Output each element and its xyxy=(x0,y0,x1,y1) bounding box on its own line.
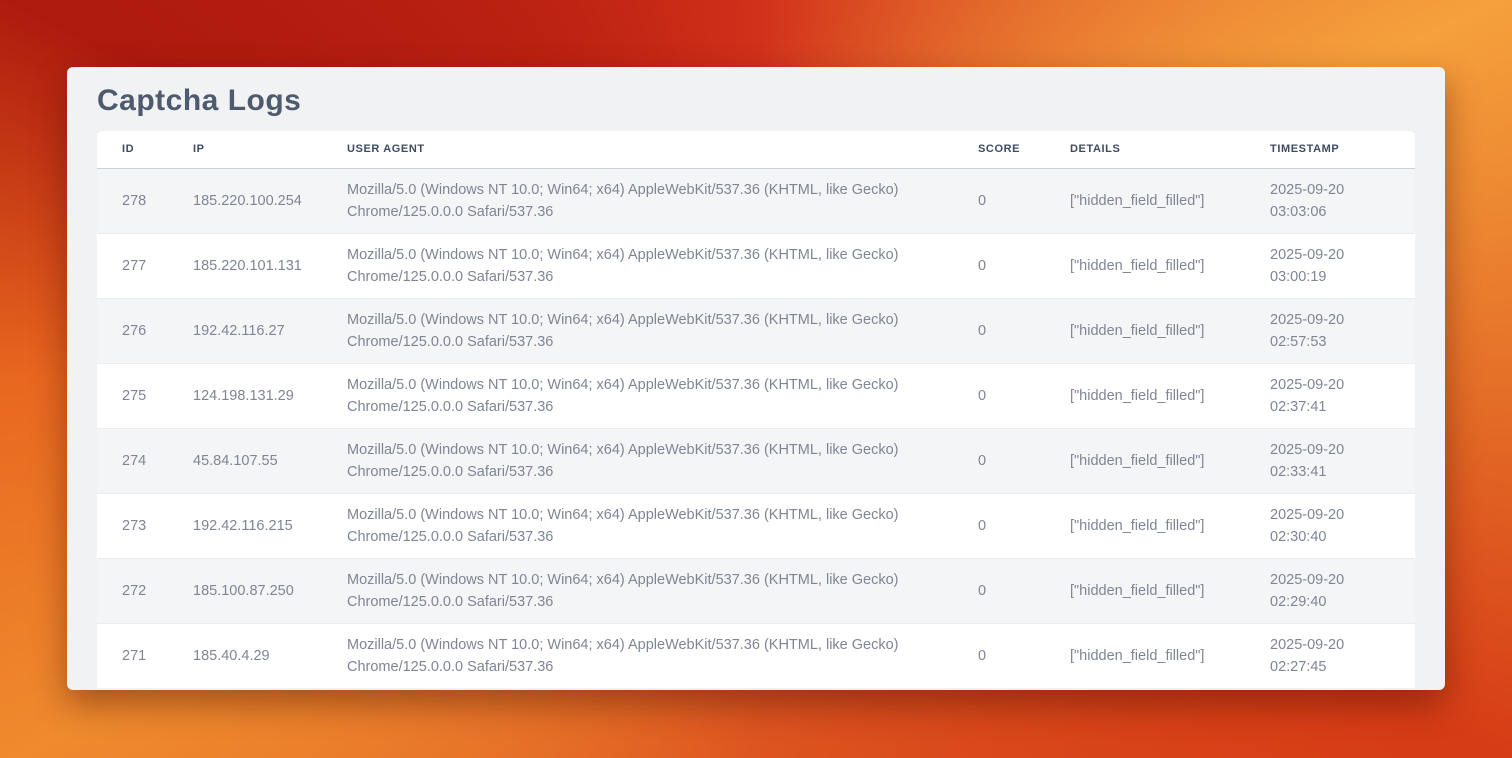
cell-user-agent: Mozilla/5.0 (Windows NT 10.0; Win64; x64… xyxy=(347,363,978,428)
cell-ip: 185.220.101.131 xyxy=(193,233,347,298)
cell-id: 274 xyxy=(97,428,193,493)
cell-details: ["hidden_field_filled"] xyxy=(1070,493,1270,558)
cell-user-agent: Mozilla/5.0 (Windows NT 10.0; Win64; x64… xyxy=(347,623,978,688)
cell-id: 272 xyxy=(97,558,193,623)
cell-ip: 185.40.4.29 xyxy=(193,623,347,688)
cell-ip: 185.100.87.250 xyxy=(193,558,347,623)
cell-score: 0 xyxy=(978,623,1070,688)
cell-user-agent: Mozilla/5.0 (Windows NT 10.0; Win64; x64… xyxy=(347,168,978,233)
cell-timestamp: 2025-09-20 02:30:40 xyxy=(1270,493,1415,558)
cell-ip: 192.42.116.215 xyxy=(193,493,347,558)
table-row: 274 45.84.107.55 Mozilla/5.0 (Windows NT… xyxy=(97,428,1415,493)
cell-id: 275 xyxy=(97,363,193,428)
cell-timestamp: 2025-09-20 02:27:45 xyxy=(1270,623,1415,688)
cell-ip: 192.42.116.27 xyxy=(193,298,347,363)
cell-id: 277 xyxy=(97,233,193,298)
page-background: { "page": { "title": "Captcha Logs" }, "… xyxy=(0,0,1512,758)
cell-id: 276 xyxy=(97,298,193,363)
cell-score: 0 xyxy=(978,493,1070,558)
cell-timestamp: 2025-09-20 02:29:40 xyxy=(1270,558,1415,623)
table-row: 272 185.100.87.250 Mozilla/5.0 (Windows … xyxy=(97,558,1415,623)
table-row: 277 185.220.101.131 Mozilla/5.0 (Windows… xyxy=(97,233,1415,298)
page-title: Captcha Logs xyxy=(97,82,1415,120)
cell-timestamp: 2025-09-20 02:33:41 xyxy=(1270,428,1415,493)
table-header-row: IDIPUSER AGENTSCOREDETAILSTIMESTAMP xyxy=(97,131,1415,168)
cell-score: 0 xyxy=(978,363,1070,428)
cell-user-agent: Mozilla/5.0 (Windows NT 10.0; Win64; x64… xyxy=(347,298,978,363)
cell-details: ["hidden_field_filled"] xyxy=(1070,428,1270,493)
column-header-timestamp: TIMESTAMP xyxy=(1270,131,1415,168)
cell-ip: 124.198.131.29 xyxy=(193,363,347,428)
cell-user-agent: Mozilla/5.0 (Windows NT 10.0; Win64; x64… xyxy=(347,233,978,298)
cell-score: 0 xyxy=(978,168,1070,233)
cell-timestamp: 2025-09-20 03:00:19 xyxy=(1270,233,1415,298)
cell-user-agent: Mozilla/5.0 (Windows NT 10.0; Win64; x64… xyxy=(347,428,978,493)
cell-id: 273 xyxy=(97,493,193,558)
cell-timestamp: 2025-09-20 02:57:53 xyxy=(1270,298,1415,363)
cell-ip: 45.84.107.55 xyxy=(193,428,347,493)
cell-timestamp: 2025-09-20 03:03:06 xyxy=(1270,168,1415,233)
cell-details: ["hidden_field_filled"] xyxy=(1070,558,1270,623)
cell-score: 0 xyxy=(978,428,1070,493)
table-row: 273 192.42.116.215 Mozilla/5.0 (Windows … xyxy=(97,493,1415,558)
cell-details: ["hidden_field_filled"] xyxy=(1070,623,1270,688)
cell-score: 0 xyxy=(978,233,1070,298)
cell-details: ["hidden_field_filled"] xyxy=(1070,233,1270,298)
column-header-score: SCORE xyxy=(978,131,1070,168)
cell-user-agent: Mozilla/5.0 (Windows NT 10.0; Win64; x64… xyxy=(347,493,978,558)
logs-table-container: IDIPUSER AGENTSCOREDETAILSTIMESTAMP 278 … xyxy=(97,131,1415,688)
column-header-details: DETAILS xyxy=(1070,131,1270,168)
cell-score: 0 xyxy=(978,558,1070,623)
table-row: 278 185.220.100.254 Mozilla/5.0 (Windows… xyxy=(97,168,1415,233)
logs-table: IDIPUSER AGENTSCOREDETAILSTIMESTAMP 278 … xyxy=(97,131,1415,688)
cell-details: ["hidden_field_filled"] xyxy=(1070,168,1270,233)
column-header-ip: IP xyxy=(193,131,347,168)
table-row: 271 185.40.4.29 Mozilla/5.0 (Windows NT … xyxy=(97,623,1415,688)
cell-score: 0 xyxy=(978,298,1070,363)
column-header-id: ID xyxy=(97,131,193,168)
cell-timestamp: 2025-09-20 02:37:41 xyxy=(1270,363,1415,428)
column-header-user_agent: USER AGENT xyxy=(347,131,978,168)
cell-id: 278 xyxy=(97,168,193,233)
table-body: 278 185.220.100.254 Mozilla/5.0 (Windows… xyxy=(97,168,1415,688)
cell-id: 271 xyxy=(97,623,193,688)
captcha-logs-card: Captcha Logs IDIPUSER AGENTSCOREDETAILST… xyxy=(67,67,1445,690)
table-row: 275 124.198.131.29 Mozilla/5.0 (Windows … xyxy=(97,363,1415,428)
cell-user-agent: Mozilla/5.0 (Windows NT 10.0; Win64; x64… xyxy=(347,558,978,623)
cell-ip: 185.220.100.254 xyxy=(193,168,347,233)
cell-details: ["hidden_field_filled"] xyxy=(1070,298,1270,363)
table-row: 276 192.42.116.27 Mozilla/5.0 (Windows N… xyxy=(97,298,1415,363)
cell-details: ["hidden_field_filled"] xyxy=(1070,363,1270,428)
